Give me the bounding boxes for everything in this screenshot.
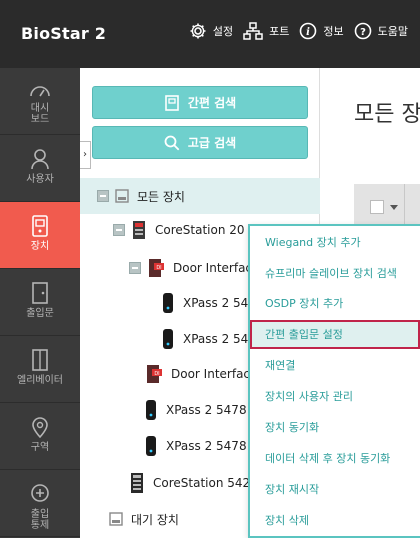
help-label: 도움말 bbox=[377, 25, 408, 38]
controller-icon bbox=[133, 221, 145, 239]
nav-users[interactable]: 사용자 bbox=[0, 135, 80, 202]
nav-elevator-label: 엘리베이터 bbox=[17, 375, 63, 386]
reader-device-icon bbox=[163, 293, 173, 313]
quick-search-button[interactable]: 간편 검색 bbox=[92, 86, 308, 119]
nav-dashboard-label-1: 대시 bbox=[30, 103, 50, 114]
info-link[interactable]: i 정보 bbox=[299, 22, 344, 40]
collapse-icon[interactable] bbox=[97, 190, 109, 202]
menu-item-restart-device[interactable]: 장치 재시작 bbox=[250, 475, 420, 504]
nav-dashboard-label-2: 보드 bbox=[30, 114, 50, 125]
svg-text:DI: DI bbox=[156, 265, 161, 271]
tree-item-label: XPass 2 54 bbox=[183, 296, 249, 310]
advanced-search-button[interactable]: 고급 검색 bbox=[92, 126, 308, 159]
zone-icon bbox=[32, 417, 48, 438]
nav-access-control-label-1: 출입 bbox=[30, 509, 50, 520]
gear-icon bbox=[190, 23, 206, 39]
port-label: 포트 bbox=[269, 25, 290, 38]
reader-device-icon bbox=[163, 329, 173, 349]
door-interface-icon: DI bbox=[147, 365, 162, 383]
left-nav: 대시 보드 사용자 장치 출입문 엘리베이터 구역 출입 통제 bbox=[0, 68, 80, 538]
top-nav: 설정 포트 i 정보 ? 도움말 bbox=[179, 22, 408, 40]
door-interface-icon: DI bbox=[149, 259, 164, 277]
device-search-icon bbox=[165, 94, 179, 111]
search-icon bbox=[164, 135, 180, 150]
menu-item-search-slave[interactable]: 슈프리마 슬레이브 장치 검색 bbox=[250, 259, 420, 288]
tree-item-label: XPass 2 54 bbox=[183, 332, 249, 346]
menu-item-add-wiegand[interactable]: Wiegand 장치 추가 bbox=[250, 228, 420, 257]
menu-item-quick-door-setup[interactable]: 간편 출입문 설정 bbox=[250, 320, 420, 349]
reader-device-icon bbox=[146, 436, 156, 456]
svg-text:i: i bbox=[306, 27, 310, 38]
nav-access-control-label-2: 통제 bbox=[30, 520, 50, 531]
menu-item-delete-device[interactable]: 장치 삭제 bbox=[250, 506, 420, 535]
tree-item-label: XPass 2 5478 bbox=[166, 439, 247, 453]
app-logo[interactable]: BioStar 2 bbox=[21, 24, 106, 43]
panel-collapse-toggle[interactable]: › bbox=[80, 141, 91, 169]
settings-link[interactable]: 설정 bbox=[189, 22, 233, 40]
tree-item-label: CoreStation 20 bbox=[155, 223, 245, 237]
nav-devices-label: 장치 bbox=[30, 241, 50, 252]
menu-item-sync-device[interactable]: 장치 동기화 bbox=[250, 413, 420, 442]
menu-item-add-osdp[interactable]: OSDP 장치 추가 bbox=[250, 289, 420, 318]
door-icon bbox=[32, 282, 48, 304]
menu-item-clear-and-sync[interactable]: 데이터 삭제 후 장치 동기화 bbox=[250, 444, 420, 473]
network-icon bbox=[243, 22, 263, 40]
tree-item-all-devices[interactable]: 모든 장치 bbox=[80, 178, 320, 214]
elevator-icon bbox=[32, 349, 48, 371]
tree-item-label: Door Interfac bbox=[173, 261, 253, 275]
device-icon bbox=[32, 215, 48, 237]
info-icon: i bbox=[300, 22, 317, 40]
advanced-search-label: 고급 검색 bbox=[187, 136, 237, 150]
page-title: 모든 장 bbox=[354, 102, 420, 127]
user-icon bbox=[31, 149, 49, 170]
info-label: 정보 bbox=[323, 25, 344, 38]
nav-zone-label: 구역 bbox=[30, 442, 50, 453]
controller-icon bbox=[131, 473, 143, 493]
help-link[interactable]: ? 도움말 bbox=[354, 22, 408, 40]
menu-item-manage-users[interactable]: 장치의 사용자 관리 bbox=[250, 382, 420, 411]
context-menu: Wiegand 장치 추가 슈프리마 슬레이브 장치 검색 OSDP 장치 추가… bbox=[248, 224, 420, 538]
menu-item-reconnect[interactable]: 재연결 bbox=[250, 351, 420, 380]
folder-device-icon bbox=[109, 512, 123, 526]
tree-item-label: 대기 장치 bbox=[131, 512, 179, 527]
reader-device-icon bbox=[146, 400, 156, 420]
svg-text:DI: DI bbox=[154, 371, 159, 377]
chevron-right-icon: › bbox=[83, 149, 87, 160]
access-control-icon bbox=[31, 484, 49, 502]
top-bar: BioStar 2 설정 포트 i 정보 ? 도움말 bbox=[0, 0, 420, 68]
tree-item-label: XPass 2 5478 bbox=[166, 403, 247, 417]
nav-users-label: 사용자 bbox=[26, 174, 54, 185]
select-all-checkbox[interactable] bbox=[370, 200, 384, 214]
chevron-down-icon[interactable] bbox=[390, 205, 398, 210]
dashboard-icon bbox=[30, 86, 50, 97]
svg-text:?: ? bbox=[360, 27, 366, 38]
nav-access-control[interactable]: 출입 통제 bbox=[0, 470, 80, 537]
tree-item-label: 모든 장치 bbox=[137, 189, 185, 204]
tree-item-label: CoreStation 542 bbox=[153, 476, 251, 490]
tree-item-label: Door Interfac bbox=[171, 367, 251, 381]
nav-devices[interactable]: 장치 bbox=[0, 202, 80, 269]
nav-elevator[interactable]: 엘리베이터 bbox=[0, 336, 80, 403]
settings-label: 설정 bbox=[212, 25, 234, 38]
nav-doors-label: 출입문 bbox=[26, 308, 54, 319]
collapse-icon[interactable] bbox=[113, 224, 125, 236]
folder-device-icon bbox=[115, 189, 129, 203]
help-icon: ? bbox=[354, 22, 371, 40]
nav-zone[interactable]: 구역 bbox=[0, 403, 80, 470]
nav-dashboard[interactable]: 대시 보드 bbox=[0, 68, 80, 135]
collapse-icon[interactable] bbox=[129, 262, 141, 274]
quick-search-label: 간편 검색 bbox=[187, 96, 237, 110]
port-link[interactable]: 포트 bbox=[243, 22, 289, 40]
nav-doors[interactable]: 출입문 bbox=[0, 269, 80, 336]
